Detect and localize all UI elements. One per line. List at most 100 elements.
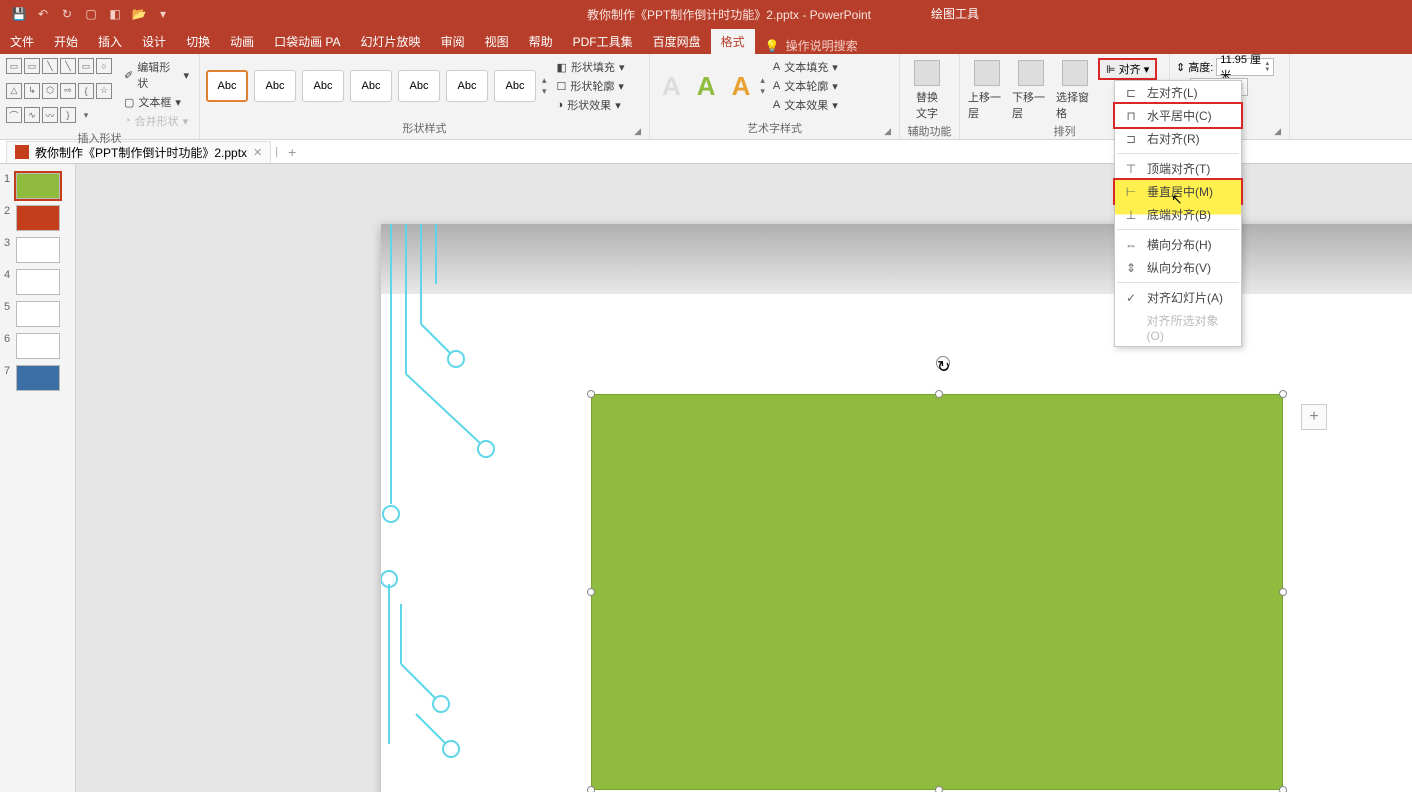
menu-align-right[interactable]: ⊐右对齐(R): [1115, 127, 1241, 150]
menu-align-center-h-label: 水平居中(C): [1147, 107, 1212, 124]
wordart-preset-3[interactable]: A: [726, 71, 757, 102]
shape-fill-button[interactable]: ◧形状填充 ▾: [553, 58, 629, 76]
resize-handle-sw[interactable]: [587, 786, 595, 792]
merge-shapes-button[interactable]: ◔合并形状 ▾: [120, 112, 193, 130]
new-slide-icon[interactable]: ◧: [104, 3, 126, 25]
slide: ↻ +: [381, 224, 1412, 792]
tab-home[interactable]: 开始: [44, 29, 88, 54]
tab-baidu[interactable]: 百度网盘: [643, 29, 711, 54]
open-icon[interactable]: 📂: [128, 3, 150, 25]
height-input[interactable]: 11.95 厘米▲▼: [1216, 58, 1274, 76]
text-effects-button[interactable]: A文本效果 ▾: [769, 96, 842, 114]
menu-align-top[interactable]: ⊤顶端对齐(T): [1115, 157, 1241, 180]
shape-style-gallery[interactable]: Abc Abc Abc Abc Abc Abc Abc ▴▾: [206, 70, 547, 102]
tab-pocket[interactable]: 口袋动画 PA: [264, 29, 350, 54]
thumb-2[interactable]: 2: [0, 202, 75, 234]
ribbon-tabs: 文件 开始 插入 设计 切换 动画 口袋动画 PA 幻灯片放映 审阅 视图 帮助…: [0, 28, 1412, 54]
thumb-5[interactable]: 5: [0, 298, 75, 330]
tab-help[interactable]: 帮助: [519, 29, 563, 54]
dialog-launcher-icon[interactable]: ◢: [884, 126, 891, 137]
align-center-h-icon: ⊓: [1123, 109, 1139, 123]
menu-align-left[interactable]: ⊏左对齐(L): [1115, 81, 1241, 104]
tell-me-search[interactable]: 💡 操作说明搜索: [765, 37, 858, 54]
bring-forward-label: 上移一层: [968, 89, 1006, 121]
wordart-expand-icon[interactable]: ▴▾: [760, 75, 765, 97]
resize-handle-ne[interactable]: [1279, 390, 1287, 398]
text-effects-label: 文本效果: [784, 97, 828, 113]
align-dropdown-button[interactable]: ⊫ 对齐 ▾: [1098, 58, 1157, 80]
thumb-6[interactable]: 6: [0, 330, 75, 362]
style-swatch-7[interactable]: Abc: [494, 70, 536, 102]
alt-text-button[interactable]: 替换 文字: [906, 58, 948, 123]
resize-handle-w[interactable]: [587, 588, 595, 596]
text-box-label: 文本框: [138, 94, 171, 110]
tab-design[interactable]: 设计: [132, 29, 176, 54]
resize-handle-s[interactable]: [935, 786, 943, 792]
redo-icon[interactable]: ↻: [56, 3, 78, 25]
tab-format[interactable]: 格式: [711, 29, 755, 54]
send-backward-label: 下移一层: [1012, 89, 1050, 121]
menu-align-to-slide[interactable]: ✓对齐幻灯片(A): [1115, 286, 1241, 309]
menu-distribute-v[interactable]: ⇕纵向分布(V): [1115, 256, 1241, 279]
menu-align-center-h[interactable]: ⊓ 水平居中(C): [1115, 104, 1241, 127]
dialog-launcher-icon[interactable]: ◢: [1274, 126, 1281, 137]
save-icon[interactable]: 💾: [8, 3, 30, 25]
menu-align-middle-v-label: 垂直居中(M): [1147, 183, 1213, 200]
group-label-wordart: 艺术字样式◢: [656, 120, 893, 139]
qat-customize-icon[interactable]: ▾: [152, 3, 174, 25]
tab-pdftools[interactable]: PDF工具集: [563, 29, 643, 54]
start-from-beginning-icon[interactable]: ▢: [80, 3, 102, 25]
selected-rectangle-shape[interactable]: [591, 394, 1283, 790]
merge-shapes-label: 合并形状: [135, 113, 179, 129]
selection-pane-button[interactable]: 选择窗格: [1054, 58, 1096, 123]
tab-transitions[interactable]: 切换: [176, 29, 220, 54]
tab-file[interactable]: 文件: [0, 29, 44, 54]
height-label: 高度:: [1188, 59, 1213, 75]
resize-handle-e[interactable]: [1279, 588, 1287, 596]
send-backward-button[interactable]: 下移一层: [1010, 58, 1052, 123]
thumb-1[interactable]: 1: [0, 170, 75, 202]
shape-outline-button[interactable]: ☐形状轮廓 ▾: [553, 77, 629, 95]
resize-handle-nw[interactable]: [587, 390, 595, 398]
wordart-preset-2[interactable]: A: [691, 71, 722, 102]
fill-icon: ◧: [557, 61, 567, 74]
merge-icon: ◔: [124, 115, 131, 127]
style-swatch-2[interactable]: Abc: [254, 70, 296, 102]
undo-icon[interactable]: ↶: [32, 3, 54, 25]
text-box-button[interactable]: ▢文本框 ▾: [120, 93, 193, 111]
menu-align-bottom[interactable]: ⊥底端对齐(B): [1115, 203, 1241, 226]
rotation-handle[interactable]: ↻: [936, 356, 950, 370]
close-tab-icon[interactable]: ✕: [253, 146, 262, 159]
bring-forward-button[interactable]: 上移一层: [966, 58, 1008, 123]
add-section-button[interactable]: +: [1301, 404, 1327, 430]
thumb-3[interactable]: 3: [0, 234, 75, 266]
menu-align-slide-label: 对齐幻灯片(A): [1147, 289, 1223, 306]
menu-align-left-label: 左对齐(L): [1147, 84, 1198, 101]
tab-slideshow[interactable]: 幻灯片放映: [351, 29, 431, 54]
style-swatch-5[interactable]: Abc: [398, 70, 440, 102]
text-fill-button[interactable]: A文本填充 ▾: [769, 58, 842, 76]
thumb-7[interactable]: 7: [0, 362, 75, 394]
style-swatch-6[interactable]: Abc: [446, 70, 488, 102]
shape-effects-button[interactable]: ◑形状效果 ▾: [553, 96, 629, 114]
style-swatch-4[interactable]: Abc: [350, 70, 392, 102]
style-swatch-3[interactable]: Abc: [302, 70, 344, 102]
tab-insert[interactable]: 插入: [88, 29, 132, 54]
tab-animations[interactable]: 动画: [220, 29, 264, 54]
menu-distribute-h[interactable]: ⇔横向分布(H): [1115, 233, 1241, 256]
text-outline-button[interactable]: A文本轮廓 ▾: [769, 77, 842, 95]
tab-review[interactable]: 审阅: [431, 29, 475, 54]
wordart-preset-1[interactable]: A: [656, 71, 687, 102]
gallery-expand-icon[interactable]: ▴▾: [542, 75, 547, 97]
resize-handle-n[interactable]: [935, 390, 943, 398]
tab-view[interactable]: 视图: [475, 29, 519, 54]
edit-shape-button[interactable]: ✐编辑形状 ▾: [120, 58, 193, 92]
resize-handle-se[interactable]: [1279, 786, 1287, 792]
thumb-4[interactable]: 4: [0, 266, 75, 298]
shapes-gallery[interactable]: ▭▭╲╲▭○ △↳⬡⇨{☆ ⌒∿〰}▾: [6, 58, 112, 130]
new-tab-icon[interactable]: +: [282, 144, 302, 160]
style-swatch-1[interactable]: Abc: [206, 70, 248, 102]
contextual-tab-label: 绘图工具: [911, 0, 999, 28]
menu-align-middle-v[interactable]: ⊢垂直居中(M): [1115, 180, 1241, 203]
dialog-launcher-icon[interactable]: ◢: [634, 126, 641, 137]
